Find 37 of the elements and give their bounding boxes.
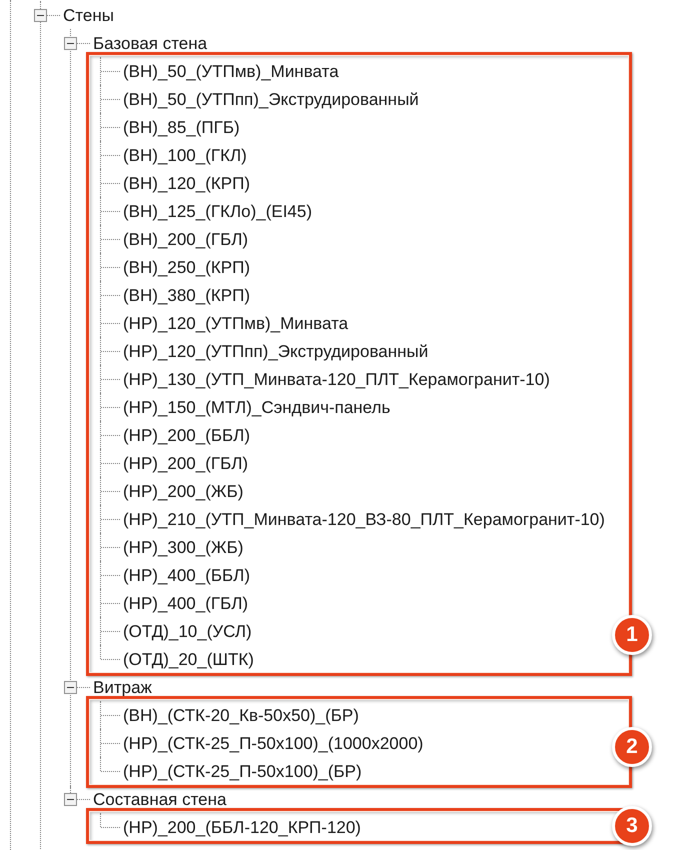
minus-box-icon[interactable] bbox=[64, 36, 77, 50]
tree-item[interactable]: Составная стена bbox=[93, 788, 226, 810]
tree-item[interactable]: (ВН)_100_(ГКЛ) bbox=[123, 144, 247, 166]
tree-item[interactable]: (ВН)_125_(ГКЛо)_(EI45) bbox=[123, 200, 312, 222]
tree-item[interactable]: (НР)_150_(МТЛ)_Сэндвич-панель bbox=[123, 396, 390, 418]
callout-number: 1 bbox=[612, 615, 652, 655]
tree-item[interactable]: (НР)_130_(УТП_Минвата-120_ПЛТ_Керамогранит-10) bbox=[123, 368, 550, 390]
callout-number: 3 bbox=[612, 806, 652, 846]
tree-item[interactable]: (НР)_200_(ЖБ) bbox=[123, 480, 244, 502]
tree-item[interactable]: (ВН)_50_(УТПмв)_Минвата bbox=[123, 60, 339, 82]
tree-item[interactable]: Стены bbox=[63, 4, 114, 26]
tree-item[interactable]: (ВН)_120_(КРП) bbox=[123, 172, 250, 194]
tree-item[interactable]: Витраж bbox=[93, 676, 152, 698]
tree-item[interactable]: (НР)_300_(ЖБ) bbox=[123, 536, 244, 558]
tree-item[interactable]: (НР)_(СТК-25_П-50x100)_(БР) bbox=[123, 760, 362, 782]
tree-item[interactable]: (ВН)_200_(ГБЛ) bbox=[123, 228, 248, 250]
tree-item[interactable]: (НР)_400_(ГБЛ) bbox=[123, 592, 248, 614]
tree-item[interactable]: (НР)_400_(ББЛ) bbox=[123, 564, 250, 586]
tree-item[interactable]: (НР)_120_(УТПмв)_Минвата bbox=[123, 312, 348, 334]
tree-item[interactable]: (ВН)_50_(УТПпп)_Экструдированный bbox=[123, 88, 419, 110]
tree-item[interactable]: (ВН)_380_(КРП) bbox=[123, 284, 250, 306]
minus-box-icon[interactable] bbox=[64, 792, 77, 806]
tree-item[interactable]: (ОТД)_10_(УСЛ) bbox=[123, 620, 252, 642]
callout-number: 2 bbox=[612, 727, 652, 767]
tree-item[interactable]: (НР)_(СТК-25_П-50x100)_(1000x2000) bbox=[123, 732, 424, 754]
tree-item[interactable]: (НР)_200_(ББЛ) bbox=[123, 424, 250, 446]
tree-item[interactable]: (ВН)_250_(КРП) bbox=[123, 256, 250, 278]
tree-item[interactable]: (НР)_200_(ГБЛ) bbox=[123, 452, 248, 474]
tree-item[interactable]: (ВН)_85_(ПГБ) bbox=[123, 116, 240, 138]
minus-box-icon[interactable] bbox=[34, 8, 47, 22]
tree-item[interactable]: (ОТД)_20_(ШТК) bbox=[123, 648, 254, 670]
tree-item[interactable]: (НР)_200_(ББЛ-120_КРП-120) bbox=[123, 816, 361, 838]
tree-item[interactable]: (НР)_120_(УТПпп)_Экструдированный bbox=[123, 340, 428, 362]
tree-item[interactable]: Базовая стена bbox=[93, 32, 208, 54]
tree-item[interactable]: (НР)_210_(УТП_Минвата-120_ВЗ-80_ПЛТ_Керамогранит-10) bbox=[123, 508, 605, 530]
minus-box-icon[interactable] bbox=[64, 680, 77, 694]
tree-item[interactable]: (ВН)_(СТК-20_Кв-50x50)_(БР) bbox=[123, 704, 359, 726]
